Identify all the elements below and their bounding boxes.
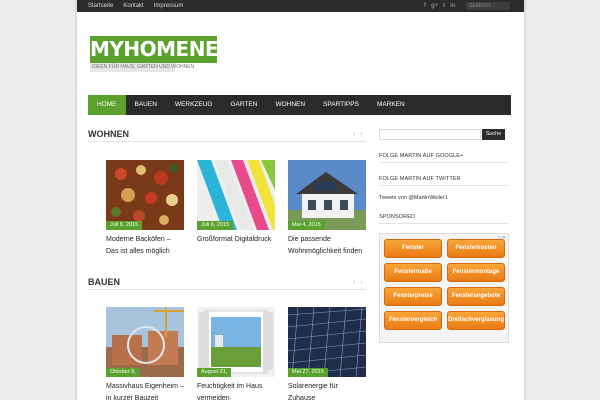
social-icons: f g+ t in (424, 2, 456, 10)
ad-button[interactable]: Fensterangebote (447, 287, 505, 306)
sidebar-divider (379, 162, 509, 163)
article-date: Juli 6, 2015 (197, 221, 234, 230)
article-thumbnail[interactable]: August 21, (197, 307, 275, 377)
sidebar-heading-twitter: FOLGE MARTIN AUF TWITTER (379, 176, 461, 182)
ad-button[interactable]: Dreifachverglasung (447, 311, 505, 330)
house-image (288, 160, 366, 230)
article-title[interactable]: Feuchtigkeit im Haus vermeiden (197, 381, 275, 400)
article-title[interactable]: Die passende Wohnmöglichkeit finden (288, 234, 366, 258)
linkedin-icon[interactable]: in (450, 2, 455, 10)
ad-button-grid: Fenster Fensterkosten Fenstermaße Fenste… (384, 239, 505, 330)
window-image (197, 307, 275, 377)
top-link-startseite[interactable]: Startseite (88, 3, 113, 9)
site-tagline: IDEEN FÜR HAUS, GARTEN UND WOHNEN (90, 63, 195, 72)
arrow-right-icon[interactable]: › (360, 131, 362, 138)
section-divider (88, 141, 366, 142)
section-title-bauen[interactable]: BAUEN (88, 277, 120, 287)
page-container: Startseite Kontakt Impressum f g+ t in S… (77, 0, 524, 400)
article-date: Oktober 9, (106, 368, 140, 377)
nav-item-werkzeug[interactable]: WERKZEUG (166, 95, 222, 115)
article-title[interactable]: Moderne Backöfen – Das ist alles möglich (106, 234, 184, 258)
sidebar-heading-sponsored: SPONSORED (379, 214, 416, 220)
article-thumbnail[interactable]: Mai 4, 2015 (288, 160, 366, 230)
article-card[interactable]: Juli 6, 2015 Großformat Digitaldruck (197, 160, 275, 246)
article-card[interactable]: Mai 4, 2015 Die passende Wohnmöglichkeit… (288, 160, 366, 258)
sidebar-search-input[interactable] (379, 129, 481, 140)
ad-button[interactable]: Fensterpreise (384, 287, 442, 306)
top-search-input[interactable]: SEARCH... (466, 2, 510, 10)
nav-item-spartipps[interactable]: SPARTIPPS (314, 95, 368, 115)
top-bar: Startseite Kontakt Impressum f g+ t in S… (77, 0, 524, 12)
sponsored-ad-box: ▷✕ Fenster Fensterkosten Fenstermaße Fen… (379, 233, 509, 343)
solar-panels-image (288, 307, 366, 377)
arrow-left-icon[interactable]: ‹ (353, 131, 355, 138)
nav-item-wohnen[interactable]: WOHNEN (266, 95, 314, 115)
printing-colors-image (197, 160, 275, 230)
article-title[interactable]: Großformat Digitaldruck (197, 234, 275, 246)
twitter-icon[interactable]: t (443, 2, 445, 10)
ad-button[interactable]: Fenstermaße (384, 263, 442, 282)
sidebar-search-button[interactable]: Suche (482, 129, 505, 140)
article-date: Juli 8, 2015 (106, 221, 143, 230)
article-date: Mai 27, 2015 (288, 368, 328, 377)
article-title[interactable]: Solarenergie für Zuhause (288, 381, 366, 400)
article-card[interactable]: Oktober 9, Massivhaus Eigenheim – in kur… (106, 307, 184, 400)
section-arrows: ‹ › (353, 279, 363, 286)
article-title[interactable]: Massivhaus Eigenheim – in kurzer Bauzeit (106, 381, 184, 400)
construction-image (106, 307, 184, 377)
sidebar-divider (379, 185, 509, 186)
nav-item-home[interactable]: HOME (88, 95, 126, 115)
nav-item-garten[interactable]: GARTEN (221, 95, 266, 115)
nav-item-bauen[interactable]: BAUEN (126, 95, 166, 115)
article-thumbnail[interactable]: Juli 8, 2015 (106, 160, 184, 230)
article-card[interactable]: Mai 27, 2015 Solarenergie für Zuhause (288, 307, 366, 400)
article-date: August 21, (197, 368, 232, 377)
article-thumbnail[interactable]: Mai 27, 2015 (288, 307, 366, 377)
nav-item-marken[interactable]: MARKEN (368, 95, 414, 115)
section-arrows: ‹ › (353, 131, 363, 138)
ad-button[interactable]: Fenster (384, 239, 442, 258)
ad-button[interactable]: Fenstermontage (447, 263, 505, 282)
article-thumbnail[interactable]: Juli 6, 2015 (197, 160, 275, 230)
pizza-image (106, 160, 184, 230)
article-thumbnail[interactable]: Oktober 9, (106, 307, 184, 377)
site-logo[interactable]: MYHOMENEWS (90, 36, 254, 63)
sidebar-heading-google: FOLGE MARTIN AUF GOOGLE+ (379, 153, 464, 159)
top-link-impressum[interactable]: Impressum (154, 3, 184, 9)
article-date: Mai 4, 2015 (288, 221, 325, 230)
section-divider (88, 289, 366, 290)
ad-button[interactable]: Fenstervergleich (384, 311, 442, 330)
ad-button[interactable]: Fensterkosten (447, 239, 505, 258)
top-link-kontakt[interactable]: Kontakt (123, 3, 143, 9)
facebook-icon[interactable]: f (424, 2, 426, 10)
tweets-link[interactable]: Tweets von @MartinWeiler1 (379, 195, 448, 201)
arrow-left-icon[interactable]: ‹ (353, 279, 355, 286)
article-card[interactable]: August 21, Feuchtigkeit im Haus vermeide… (197, 307, 275, 400)
top-links: Startseite Kontakt Impressum (88, 0, 183, 12)
section-title-wohnen[interactable]: WOHNEN (88, 129, 129, 139)
page-shadow-right (524, 0, 526, 400)
sidebar-divider (379, 223, 509, 224)
main-nav: HOME BAUEN WERKZEUG GARTEN WOHNEN SPARTI… (88, 95, 511, 115)
google-plus-icon[interactable]: g+ (431, 2, 438, 10)
arrow-right-icon[interactable]: › (360, 279, 362, 286)
article-card[interactable]: Juli 8, 2015 Moderne Backöfen – Das ist … (106, 160, 184, 258)
